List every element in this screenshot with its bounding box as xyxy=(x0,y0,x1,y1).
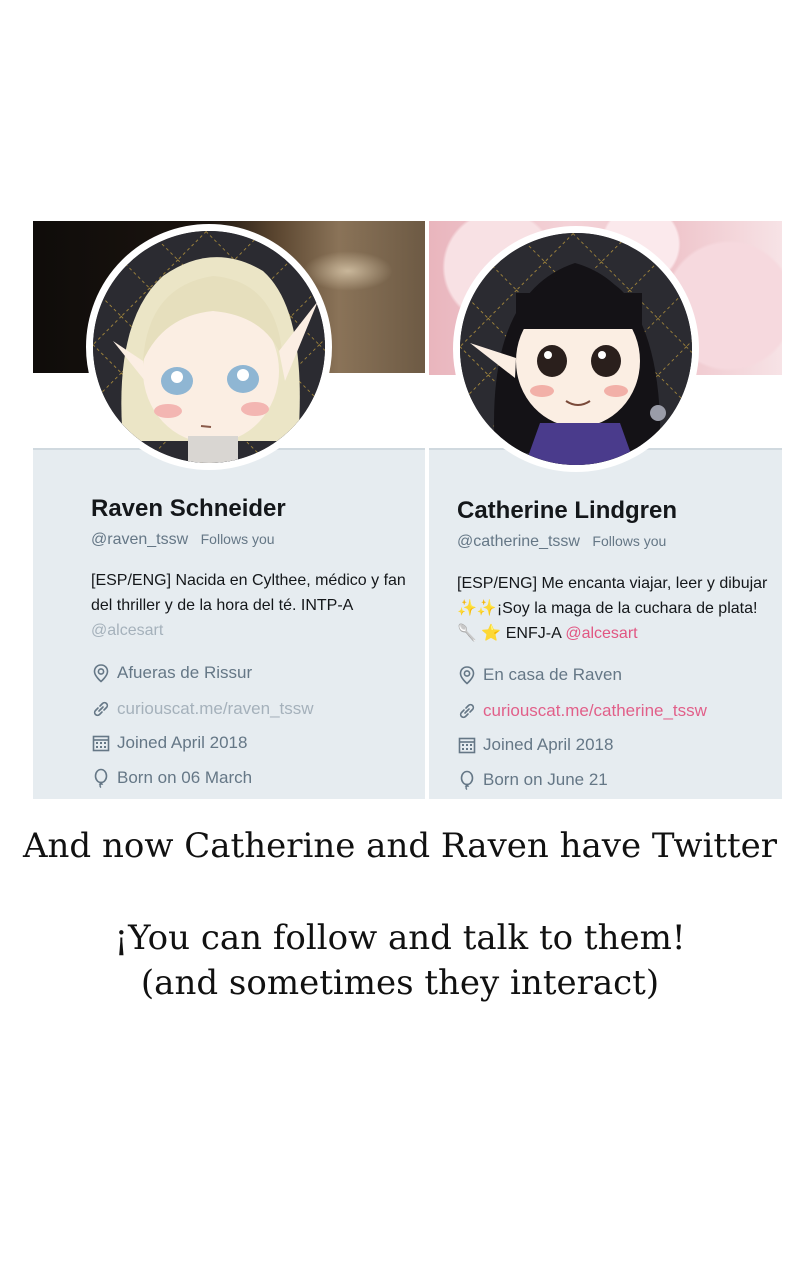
bio-text: ENFJ-A xyxy=(505,625,561,642)
location-text: Afueras de Rissur xyxy=(117,663,253,682)
caption-line-1: And now Catherine and Raven have Twitter xyxy=(22,826,778,866)
location-text: En casa de Raven xyxy=(483,665,622,684)
caption-line-3: (and sometimes they interact) xyxy=(140,963,660,1003)
avatar[interactable] xyxy=(86,224,332,470)
caption-line-2: ¡You can follow and talk to them! xyxy=(114,918,686,958)
profile-card-catherine: Catherine Lindgren @catherine_tssw Follo… xyxy=(429,221,782,799)
avatar[interactable] xyxy=(453,226,699,472)
bio-text: [ESP/ENG] Me encanta viajar, leer y dibu… xyxy=(457,575,768,592)
display-name: Catherine Lindgren xyxy=(457,497,678,524)
location-row: En casa de Raven xyxy=(457,665,622,685)
follows-you-badge: Follows you xyxy=(200,531,275,547)
bio-text: ¡Soy la maga de la cuchara de plata! xyxy=(496,600,758,617)
spoon-star-emoji: 🥄 ⭐ xyxy=(457,625,502,642)
profile-bio: [ESP/ENG] Me encanta viajar, leer y dibu… xyxy=(457,571,775,646)
username-handle[interactable]: @raven_tssw xyxy=(91,531,188,548)
display-name: Raven Schneider xyxy=(91,495,286,522)
birthday-text: Born on June 21 xyxy=(483,770,608,789)
handle-row: @catherine_tssw Follows you xyxy=(457,533,666,551)
profile-card-raven: Raven Schneider @raven_tssw Follows you … xyxy=(33,221,425,799)
username-handle[interactable]: @catherine_tssw xyxy=(457,533,580,550)
location-pin-icon xyxy=(457,665,477,685)
location-row: Afueras de Rissur xyxy=(91,663,252,683)
link-icon xyxy=(91,699,111,719)
balloon-icon xyxy=(457,770,477,790)
joined-row: Joined April 2018 xyxy=(457,735,613,755)
link-icon xyxy=(457,701,477,721)
calendar-icon xyxy=(457,735,477,755)
website-row: curiouscat.me/raven_tssw xyxy=(91,699,314,719)
website-link[interactable]: curiouscat.me/raven_tssw xyxy=(117,699,314,719)
bio-text: [ESP/ENG] Nacida en Cylthee, médico y fa… xyxy=(91,572,406,614)
calendar-icon xyxy=(91,733,111,753)
location-pin-icon xyxy=(91,663,111,683)
joined-date: Joined April 2018 xyxy=(117,733,248,752)
profile-bio: [ESP/ENG] Nacida en Cylthee, médico y fa… xyxy=(91,568,416,643)
bio-mention-link[interactable]: @alcesart xyxy=(91,622,163,639)
joined-row: Joined April 2018 xyxy=(91,733,247,753)
bio-mention-link[interactable]: @alcesart xyxy=(565,625,637,642)
website-link[interactable]: curiouscat.me/catherine_tssw xyxy=(483,701,707,721)
follows-you-badge: Follows you xyxy=(592,533,667,549)
birthday-row: Born on 06 March xyxy=(91,768,252,788)
handle-row: @raven_tssw Follows you xyxy=(91,531,275,549)
website-row: curiouscat.me/catherine_tssw xyxy=(457,701,707,721)
joined-date: Joined April 2018 xyxy=(483,735,614,754)
balloon-icon xyxy=(91,768,111,788)
sparkles-emoji: ✨✨ xyxy=(457,600,497,617)
birthday-text: Born on 06 March xyxy=(117,768,253,787)
birthday-row: Born on June 21 xyxy=(457,770,608,790)
